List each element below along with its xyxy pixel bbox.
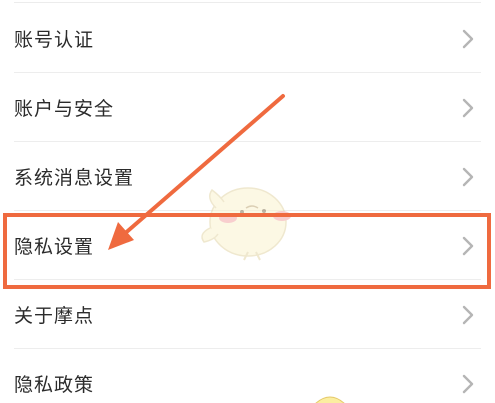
settings-item-about[interactable]: 关于摩点 xyxy=(0,280,495,349)
settings-item-label: 系统消息设置 xyxy=(14,167,135,189)
settings-item-account-verification[interactable]: 账号认证 xyxy=(0,4,495,73)
chevron-right-icon xyxy=(461,29,475,49)
settings-item-label: 账号认证 xyxy=(14,29,95,51)
settings-item-privacy-policy[interactable]: 隐私政策 xyxy=(0,349,495,403)
top-divider xyxy=(14,2,481,3)
settings-item-account-security[interactable]: 账户与安全 xyxy=(0,73,495,142)
chevron-right-icon xyxy=(461,98,475,118)
chevron-right-icon xyxy=(461,236,475,256)
settings-item-system-message[interactable]: 系统消息设置 xyxy=(0,142,495,211)
settings-list: 账号认证 账户与安全 系统消息设置 隐私设置 关于摩点 隐私政策 xyxy=(0,4,495,403)
settings-item-label: 隐私政策 xyxy=(14,374,95,396)
settings-item-label: 账户与安全 xyxy=(14,98,115,120)
chevron-right-icon xyxy=(461,167,475,187)
settings-item-privacy-settings[interactable]: 隐私设置 xyxy=(0,211,495,280)
chevron-right-icon xyxy=(461,305,475,325)
settings-item-label: 关于摩点 xyxy=(14,305,95,327)
settings-item-label: 隐私设置 xyxy=(14,236,95,258)
chevron-right-icon xyxy=(461,374,475,394)
settings-screen: 账号认证 账户与安全 系统消息设置 隐私设置 关于摩点 隐私政策 xyxy=(0,0,495,403)
